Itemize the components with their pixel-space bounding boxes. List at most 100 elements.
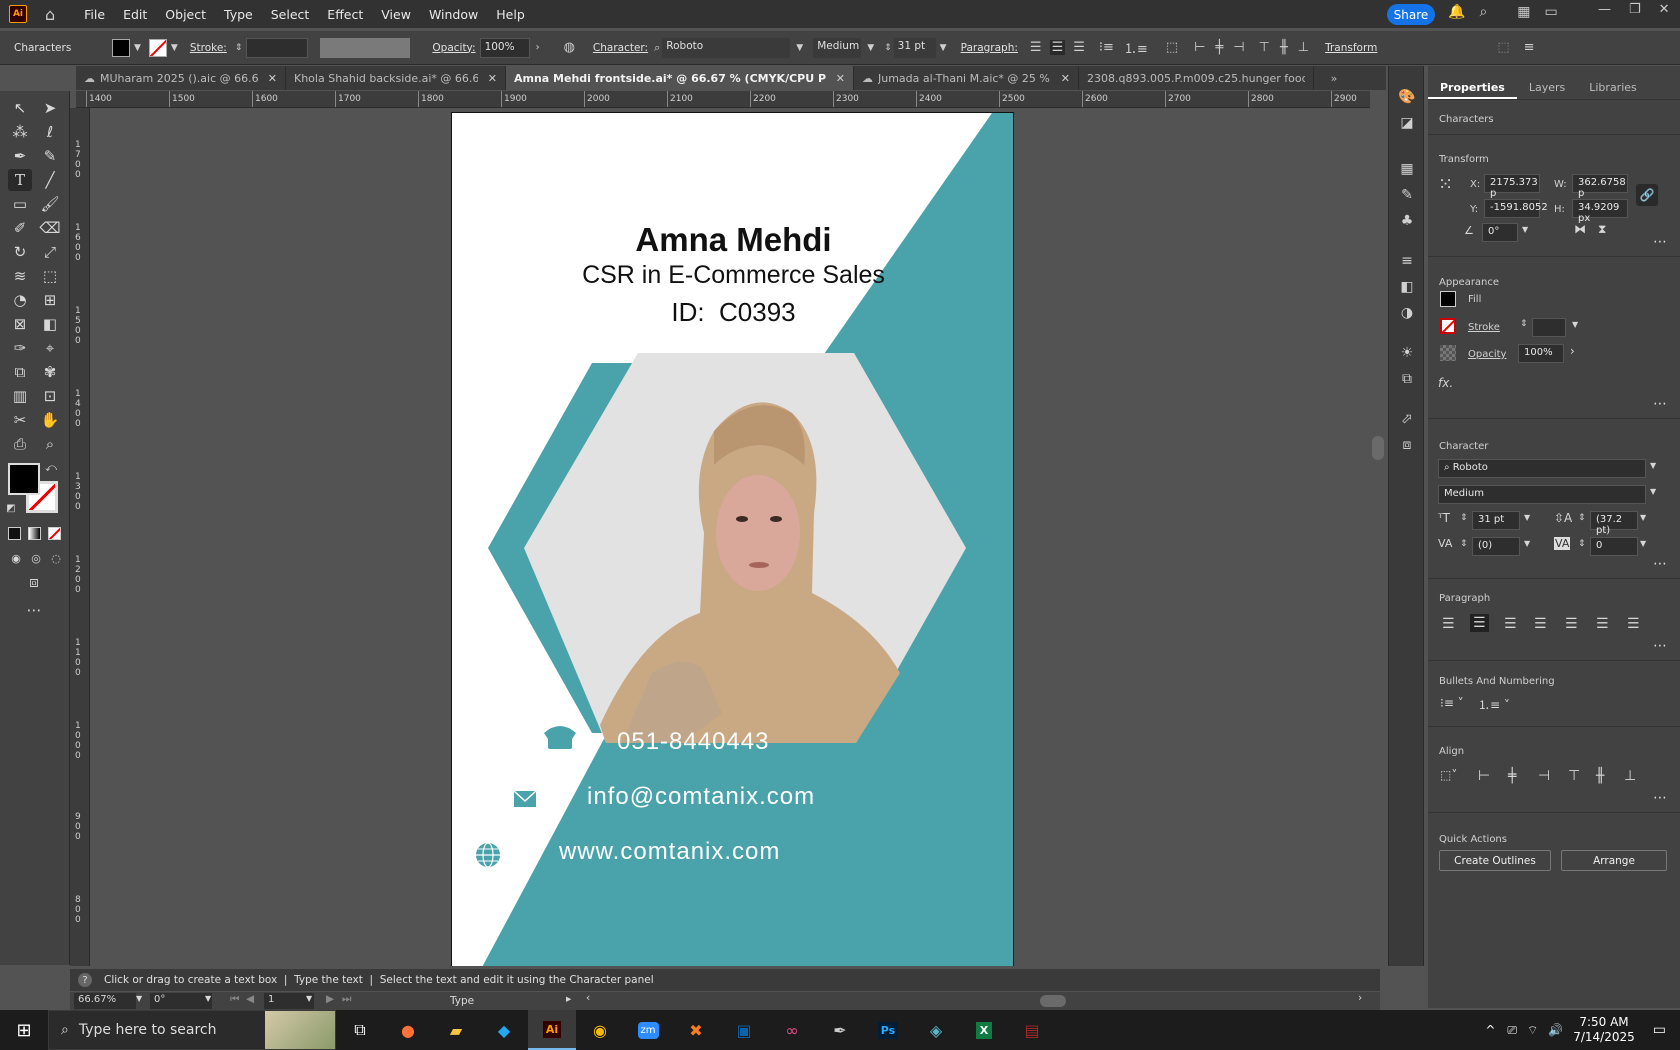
menu-edit[interactable]: Edit	[114, 7, 156, 22]
more-options-icon[interactable]: ⋯	[1653, 638, 1668, 654]
stepper-icon[interactable]: ⇕	[235, 43, 243, 53]
height-field[interactable]: 34.9209 px	[1572, 199, 1628, 224]
print-tiling-tool-icon[interactable]: ⎙	[8, 433, 32, 455]
align-vertical-center-icon[interactable]: ╫	[1280, 40, 1288, 55]
windows-start-icon[interactable]: ⊞	[0, 1010, 48, 1050]
stepper-icon[interactable]: ⇕	[1460, 539, 1468, 549]
align-center-icon[interactable]: ☰	[1470, 614, 1489, 632]
angle-field[interactable]: 0°	[1482, 223, 1518, 242]
chevron-down-icon[interactable]: ▼	[136, 994, 142, 1003]
line-tool-icon[interactable]: ╱	[38, 169, 62, 191]
scale-tool-icon[interactable]: ⤢	[38, 241, 62, 263]
swap-colors-icon[interactable]: ⤺	[44, 461, 58, 475]
bullets-icon[interactable]: ⁝≡	[1099, 40, 1114, 55]
transform-link[interactable]: Transform	[1325, 42, 1377, 54]
align-vertical-center-icon[interactable]: ╫	[1596, 768, 1604, 784]
align-to-icon[interactable]: ⬚˅	[1440, 768, 1457, 782]
artboards-panel-icon[interactable]: ⧈	[1398, 436, 1416, 454]
font-size-field[interactable]: 31 pt	[1472, 511, 1520, 530]
stroke-panel-icon[interactable]: ≡	[1398, 252, 1416, 270]
card-phone[interactable]: 051-8440443	[617, 728, 769, 756]
close-tab-icon[interactable]: ✕	[836, 72, 845, 85]
chevron-up-icon[interactable]: ^	[1485, 1023, 1495, 1037]
chevron-down-icon[interactable]: ▼	[134, 43, 141, 53]
taskbar-search-box[interactable]: ⌕ Type here to search	[48, 1010, 336, 1050]
chevron-down-icon[interactable]: ▼	[796, 43, 803, 53]
tab-amna-mehdi[interactable]: Amna Mehdi frontside.ai* @ 66.67 % (CMYK…	[506, 66, 854, 90]
stroke-weight-field[interactable]	[246, 37, 309, 58]
align-right-edges-icon[interactable]: ⊣	[1538, 768, 1550, 784]
first-artboard-icon[interactable]: ⏮	[230, 993, 239, 1006]
notifications-icon[interactable]: ▭	[1653, 1022, 1666, 1038]
magic-wand-tool-icon[interactable]: ⁂	[8, 121, 32, 143]
align-left-edges-icon[interactable]: ⊢	[1478, 768, 1490, 784]
transparency-panel-icon[interactable]: ◑	[1398, 304, 1416, 322]
justify-right-icon[interactable]: ☰	[1596, 616, 1609, 632]
menu-effect[interactable]: Effect	[318, 7, 372, 22]
fx-button[interactable]: fx.	[1438, 376, 1453, 390]
minimize-icon[interactable]: —	[1598, 2, 1611, 17]
stepper-icon[interactable]: ⇕	[1520, 319, 1528, 329]
stepper-icon[interactable]: ⇕	[1578, 513, 1586, 523]
zoom-field[interactable]: 66.67%	[74, 993, 136, 1009]
clock[interactable]: 7:50 AM 7/14/2025	[1573, 1015, 1635, 1045]
horizontal-scrollbar-thumb[interactable]	[1040, 995, 1066, 1007]
previous-artboard-icon[interactable]: ◀	[246, 993, 254, 1005]
creative-cloud-icon[interactable]: ∞	[768, 1010, 816, 1050]
stroke-swatch[interactable]	[1440, 318, 1456, 334]
justify-all-icon[interactable]: ☰	[1627, 616, 1640, 632]
canvas-area[interactable]: Amna Mehdi CSR in E-Commerce Sales ID: C…	[90, 108, 1370, 966]
chevron-down-icon[interactable]: ▼	[1524, 539, 1530, 548]
eraser-tool-icon[interactable]: ⌫	[38, 217, 62, 239]
card-job-title[interactable]: CSR in E-Commerce Sales	[452, 261, 1013, 290]
align-left-icon[interactable]: ☰	[1442, 616, 1455, 632]
default-colors-icon[interactable]: ◩	[4, 501, 18, 515]
align-horizontal-center-icon[interactable]: ╪	[1215, 40, 1223, 55]
tabs-overflow-icon[interactable]: »	[1314, 66, 1354, 90]
arrange-button[interactable]: Arrange	[1561, 850, 1667, 871]
more-options-icon[interactable]: ⋯	[1653, 556, 1668, 572]
warp-tool-icon[interactable]: ≋	[8, 265, 32, 287]
chevron-down-icon[interactable]: ▼	[1650, 461, 1656, 470]
tab-layers[interactable]: Layers	[1517, 76, 1577, 99]
recolor-icon[interactable]: ◍	[564, 40, 575, 55]
chevron-right-icon[interactable]: ›	[536, 42, 540, 53]
help-icon[interactable]: ?	[78, 973, 92, 987]
firefox-icon[interactable]: ●	[384, 1010, 432, 1050]
export-panel-icon[interactable]: ⬀	[1398, 410, 1416, 428]
flip-horizontal-icon[interactable]: ⧓	[1574, 222, 1586, 236]
chevron-down-icon[interactable]: ▼	[1572, 320, 1578, 329]
numbering-icon[interactable]: ⒈≡	[1124, 38, 1148, 57]
file-explorer-icon[interactable]: ▰	[432, 1010, 480, 1050]
tab-hunger-food[interactable]: 2308.q893.005.P.m009.c25.hunger food cri…	[1079, 66, 1314, 90]
align-right-icon[interactable]: ☰	[1504, 616, 1517, 632]
font-style-field[interactable]: Medium	[813, 37, 862, 58]
fill-color-box[interactable]	[8, 463, 40, 495]
volume-icon[interactable]: 🔊	[1548, 1023, 1563, 1037]
align-top-edges-icon[interactable]: ⊤	[1259, 40, 1270, 55]
edit-toolbar-icon[interactable]: ⋯	[22, 599, 46, 621]
task-view-icon[interactable]: ⧉	[336, 1010, 384, 1050]
more-options-icon[interactable]: ⋯	[1653, 234, 1668, 250]
free-transform-tool-icon[interactable]: ⬚	[38, 265, 62, 287]
appearance-panel-icon[interactable]: ☀	[1398, 344, 1416, 362]
selection-tool-icon[interactable]: ↖	[8, 97, 32, 119]
chrome-icon[interactable]: ◉	[576, 1010, 624, 1050]
mesh-tool-icon[interactable]: ⊠	[8, 313, 32, 335]
align-right-edges-icon[interactable]: ⊣	[1233, 40, 1244, 55]
home-icon[interactable]: ⌂	[45, 5, 55, 24]
chevron-right-icon[interactable]: ▸	[566, 993, 571, 1005]
artboard-tool-icon[interactable]: ⊡	[38, 385, 62, 407]
none-mode-button[interactable]	[48, 527, 61, 540]
graph-tool-icon[interactable]: ▥	[8, 385, 32, 407]
isolate-icon[interactable]: ⬚	[1497, 40, 1509, 55]
panel-menu-icon[interactable]: ≡	[1524, 40, 1535, 55]
chevron-down-icon[interactable]: ▼	[1524, 513, 1530, 522]
screen-mode-icon[interactable]: ⧈	[22, 571, 46, 593]
font-family-field[interactable]: ⌕ Roboto	[1438, 459, 1646, 478]
more-options-icon[interactable]: ⋯	[1653, 396, 1668, 412]
direct-selection-tool-icon[interactable]: ➤	[38, 97, 62, 119]
tab-muharam[interactable]: ☁ MUharam 2025 ().aic @ 66.67 %... ✕	[76, 66, 286, 90]
reference-point-icon[interactable]: ⁙	[1438, 174, 1453, 195]
align-left-icon[interactable]: ☰	[1030, 40, 1042, 55]
